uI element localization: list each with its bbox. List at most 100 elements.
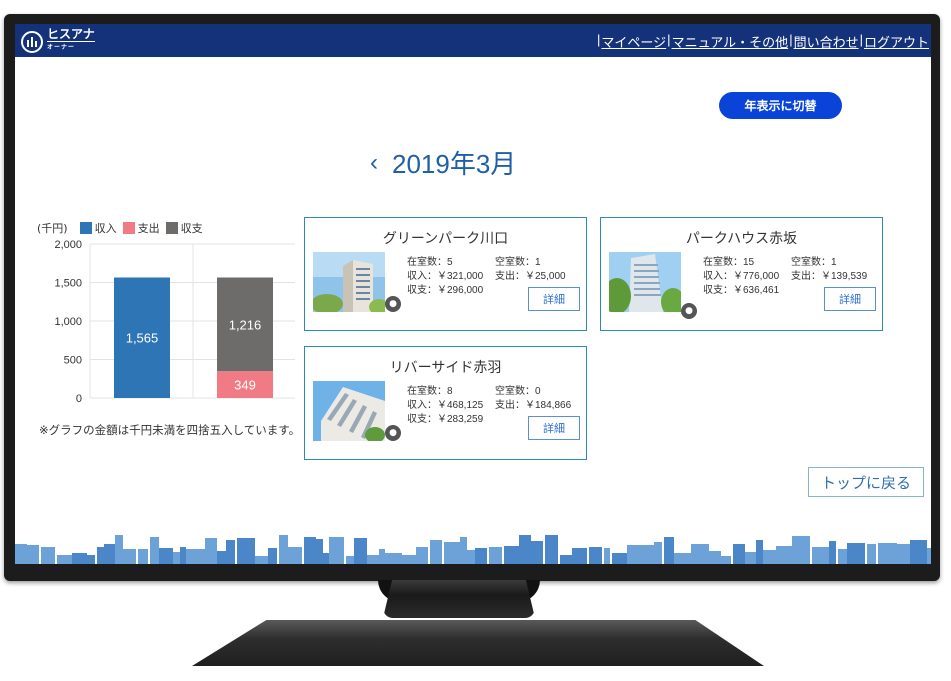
- skyline-building: [27, 545, 39, 564]
- skyline-building: [519, 535, 531, 564]
- skyline-building: [545, 535, 558, 564]
- skyline-building: [367, 555, 379, 564]
- property-name: パークハウス赤坂: [685, 230, 798, 246]
- bar-income-label: 1,565: [126, 331, 159, 346]
- skyline-building: [674, 553, 691, 564]
- skyline-building: [627, 545, 635, 564]
- bar-expense-label: 349: [234, 378, 256, 393]
- skyline-building: [635, 545, 654, 564]
- property-card: パークハウス赤坂 ● 在室数：15 空室数：1 収入：￥776,000 支出：￥13…: [600, 217, 883, 331]
- camera-icon[interactable]: ●: [385, 425, 401, 441]
- skyline-building: [268, 548, 277, 564]
- skyline-building: [776, 546, 792, 564]
- skyline-building: [572, 548, 587, 564]
- property-name: グリーンパーク川口: [382, 230, 509, 246]
- skyline-building: [346, 556, 354, 564]
- skyline-building: [604, 548, 610, 564]
- skyline-building: [15, 544, 27, 564]
- period-label: 2019年3月: [392, 149, 517, 179]
- property-photo: [313, 252, 385, 312]
- chart-note: ※グラフの金額は千円未満を四捨五入しています。: [39, 423, 301, 437]
- monitor-stand-neck: [383, 580, 535, 618]
- detail-button[interactable]: 詳細: [824, 287, 876, 311]
- skyline-building: [430, 540, 442, 564]
- skyline-building: [354, 538, 367, 564]
- skyline-building: [180, 547, 186, 564]
- skyline-building: [792, 536, 810, 564]
- prev-month-chevron-icon[interactable]: ‹: [370, 149, 378, 177]
- skyline-building: [589, 547, 602, 564]
- skyline-building: [304, 537, 316, 564]
- bar-balance-label: 1,216: [229, 317, 262, 332]
- skyline-building: [237, 538, 255, 564]
- property-name: リバーサイド赤羽: [389, 359, 502, 375]
- property-card: リバーサイド赤羽 ● 在室数：8 空室数：0 収入：￥468,125 支出：￥184…: [304, 346, 587, 460]
- skyline-building: [379, 549, 385, 564]
- skyline-building: [150, 537, 159, 564]
- skyline-building: [104, 544, 115, 564]
- skyline-building: [812, 547, 829, 564]
- camera-icon[interactable]: ●: [385, 296, 401, 312]
- skyline-building: [159, 548, 173, 564]
- skyline-building: [733, 544, 745, 564]
- property-photo: [313, 381, 385, 441]
- skyline-building: [329, 537, 344, 564]
- skyline-building: [279, 535, 288, 564]
- y-tick-label: 500: [64, 355, 82, 367]
- skyline-building: [173, 552, 180, 564]
- header-nav: | マイページ | マニュアル・その他 | 問い合わせ | ログアウト: [597, 32, 929, 51]
- skyline-building: [763, 550, 776, 564]
- skyline-building: [878, 543, 897, 564]
- skyline-building: [460, 537, 467, 564]
- skyline-building: [186, 549, 205, 564]
- property-card: グリーンパーク川口 ● 在室数：5 空室数：1 収入：￥321,000 支出：￥25…: [304, 217, 587, 331]
- skyline-building: [745, 552, 756, 564]
- skyline-building: [756, 540, 763, 564]
- skyline-building: [123, 549, 136, 564]
- skyline-building: [709, 551, 721, 564]
- skyline-building: [402, 555, 416, 564]
- nav-manual-link[interactable]: マニュアル・その他: [672, 32, 789, 51]
- camera-icon[interactable]: ●: [681, 303, 697, 319]
- app-logo[interactable]: ヒスアナ オーナー: [21, 28, 95, 54]
- skyline-building: [255, 556, 268, 564]
- nav-logout-link[interactable]: ログアウト: [864, 32, 929, 51]
- skyline-building: [531, 541, 543, 564]
- skyline-building: [72, 553, 87, 564]
- skyline-building: [504, 546, 519, 564]
- skyline-building: [416, 547, 428, 564]
- y-tick-label: 1,500: [54, 278, 82, 290]
- nav-mypage-link[interactable]: マイページ: [601, 32, 666, 51]
- skyline-building: [489, 547, 502, 564]
- skyline-building: [217, 551, 226, 564]
- nav-contact-link[interactable]: 問い合わせ: [794, 32, 859, 51]
- skyline-building: [560, 555, 572, 564]
- y-tick-label: 1,000: [54, 316, 82, 328]
- skyline-building: [444, 542, 460, 564]
- y-tick-label: 0: [76, 393, 82, 405]
- skyline-building: [385, 553, 402, 564]
- detail-button[interactable]: 詳細: [528, 287, 580, 311]
- skyline-building: [847, 543, 865, 564]
- skyline-building: [721, 556, 731, 564]
- year-view-toggle-button[interactable]: 年表示に切替: [719, 92, 842, 119]
- logo-wordmark: ヒスアナ オーナー: [47, 28, 95, 54]
- y-tick-label: 2,000: [54, 239, 82, 251]
- app-screen: ヒスアナ オーナー | マイページ | マニュアル・その他 | 問い合わせ | ログアウ…: [15, 24, 931, 564]
- back-to-top-button[interactable]: トップに戻る: [808, 467, 924, 497]
- skyline-building: [87, 555, 95, 564]
- skyline-building: [654, 542, 662, 564]
- skyline-building: [612, 553, 627, 564]
- detail-button[interactable]: 詳細: [528, 416, 580, 440]
- monitor-stand-base: [192, 620, 764, 666]
- skyline-building: [97, 547, 104, 564]
- skyline-building: [475, 548, 487, 564]
- skyline-building: [927, 548, 931, 564]
- skyline-building: [664, 537, 674, 564]
- skyline-building: [467, 550, 475, 564]
- skyline-building: [226, 540, 235, 564]
- skyline-building: [838, 549, 847, 564]
- skyline-building: [691, 544, 709, 564]
- city-skyline-decoration: [15, 535, 931, 564]
- skyline-building: [910, 540, 927, 564]
